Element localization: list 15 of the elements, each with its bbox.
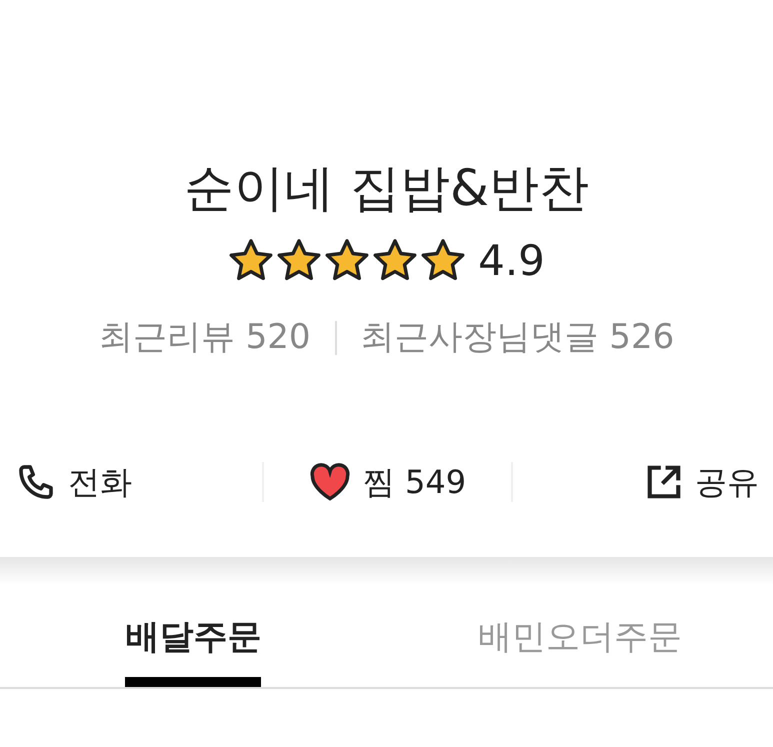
phone-icon	[16, 462, 56, 502]
star-icon	[372, 238, 418, 282]
star-icon	[324, 238, 370, 282]
call-button[interactable]: 전화	[16, 458, 132, 506]
order-tab[interactable]: 배달주문	[125, 612, 262, 687]
rating-value: 4.9	[478, 234, 545, 286]
star-icon	[420, 238, 466, 282]
star-icon	[228, 238, 274, 282]
share-button[interactable]: 공유	[644, 458, 759, 506]
share-icon	[644, 463, 683, 501]
store-name: 순이네 집밥&반찬	[183, 158, 590, 218]
review-count[interactable]: 최근리뷰 520	[98, 312, 310, 363]
review-count[interactable]: 최근사장님댓글 526	[360, 312, 674, 363]
favorite-button[interactable]: 찜 549	[308, 458, 466, 506]
star-icon	[276, 238, 322, 282]
